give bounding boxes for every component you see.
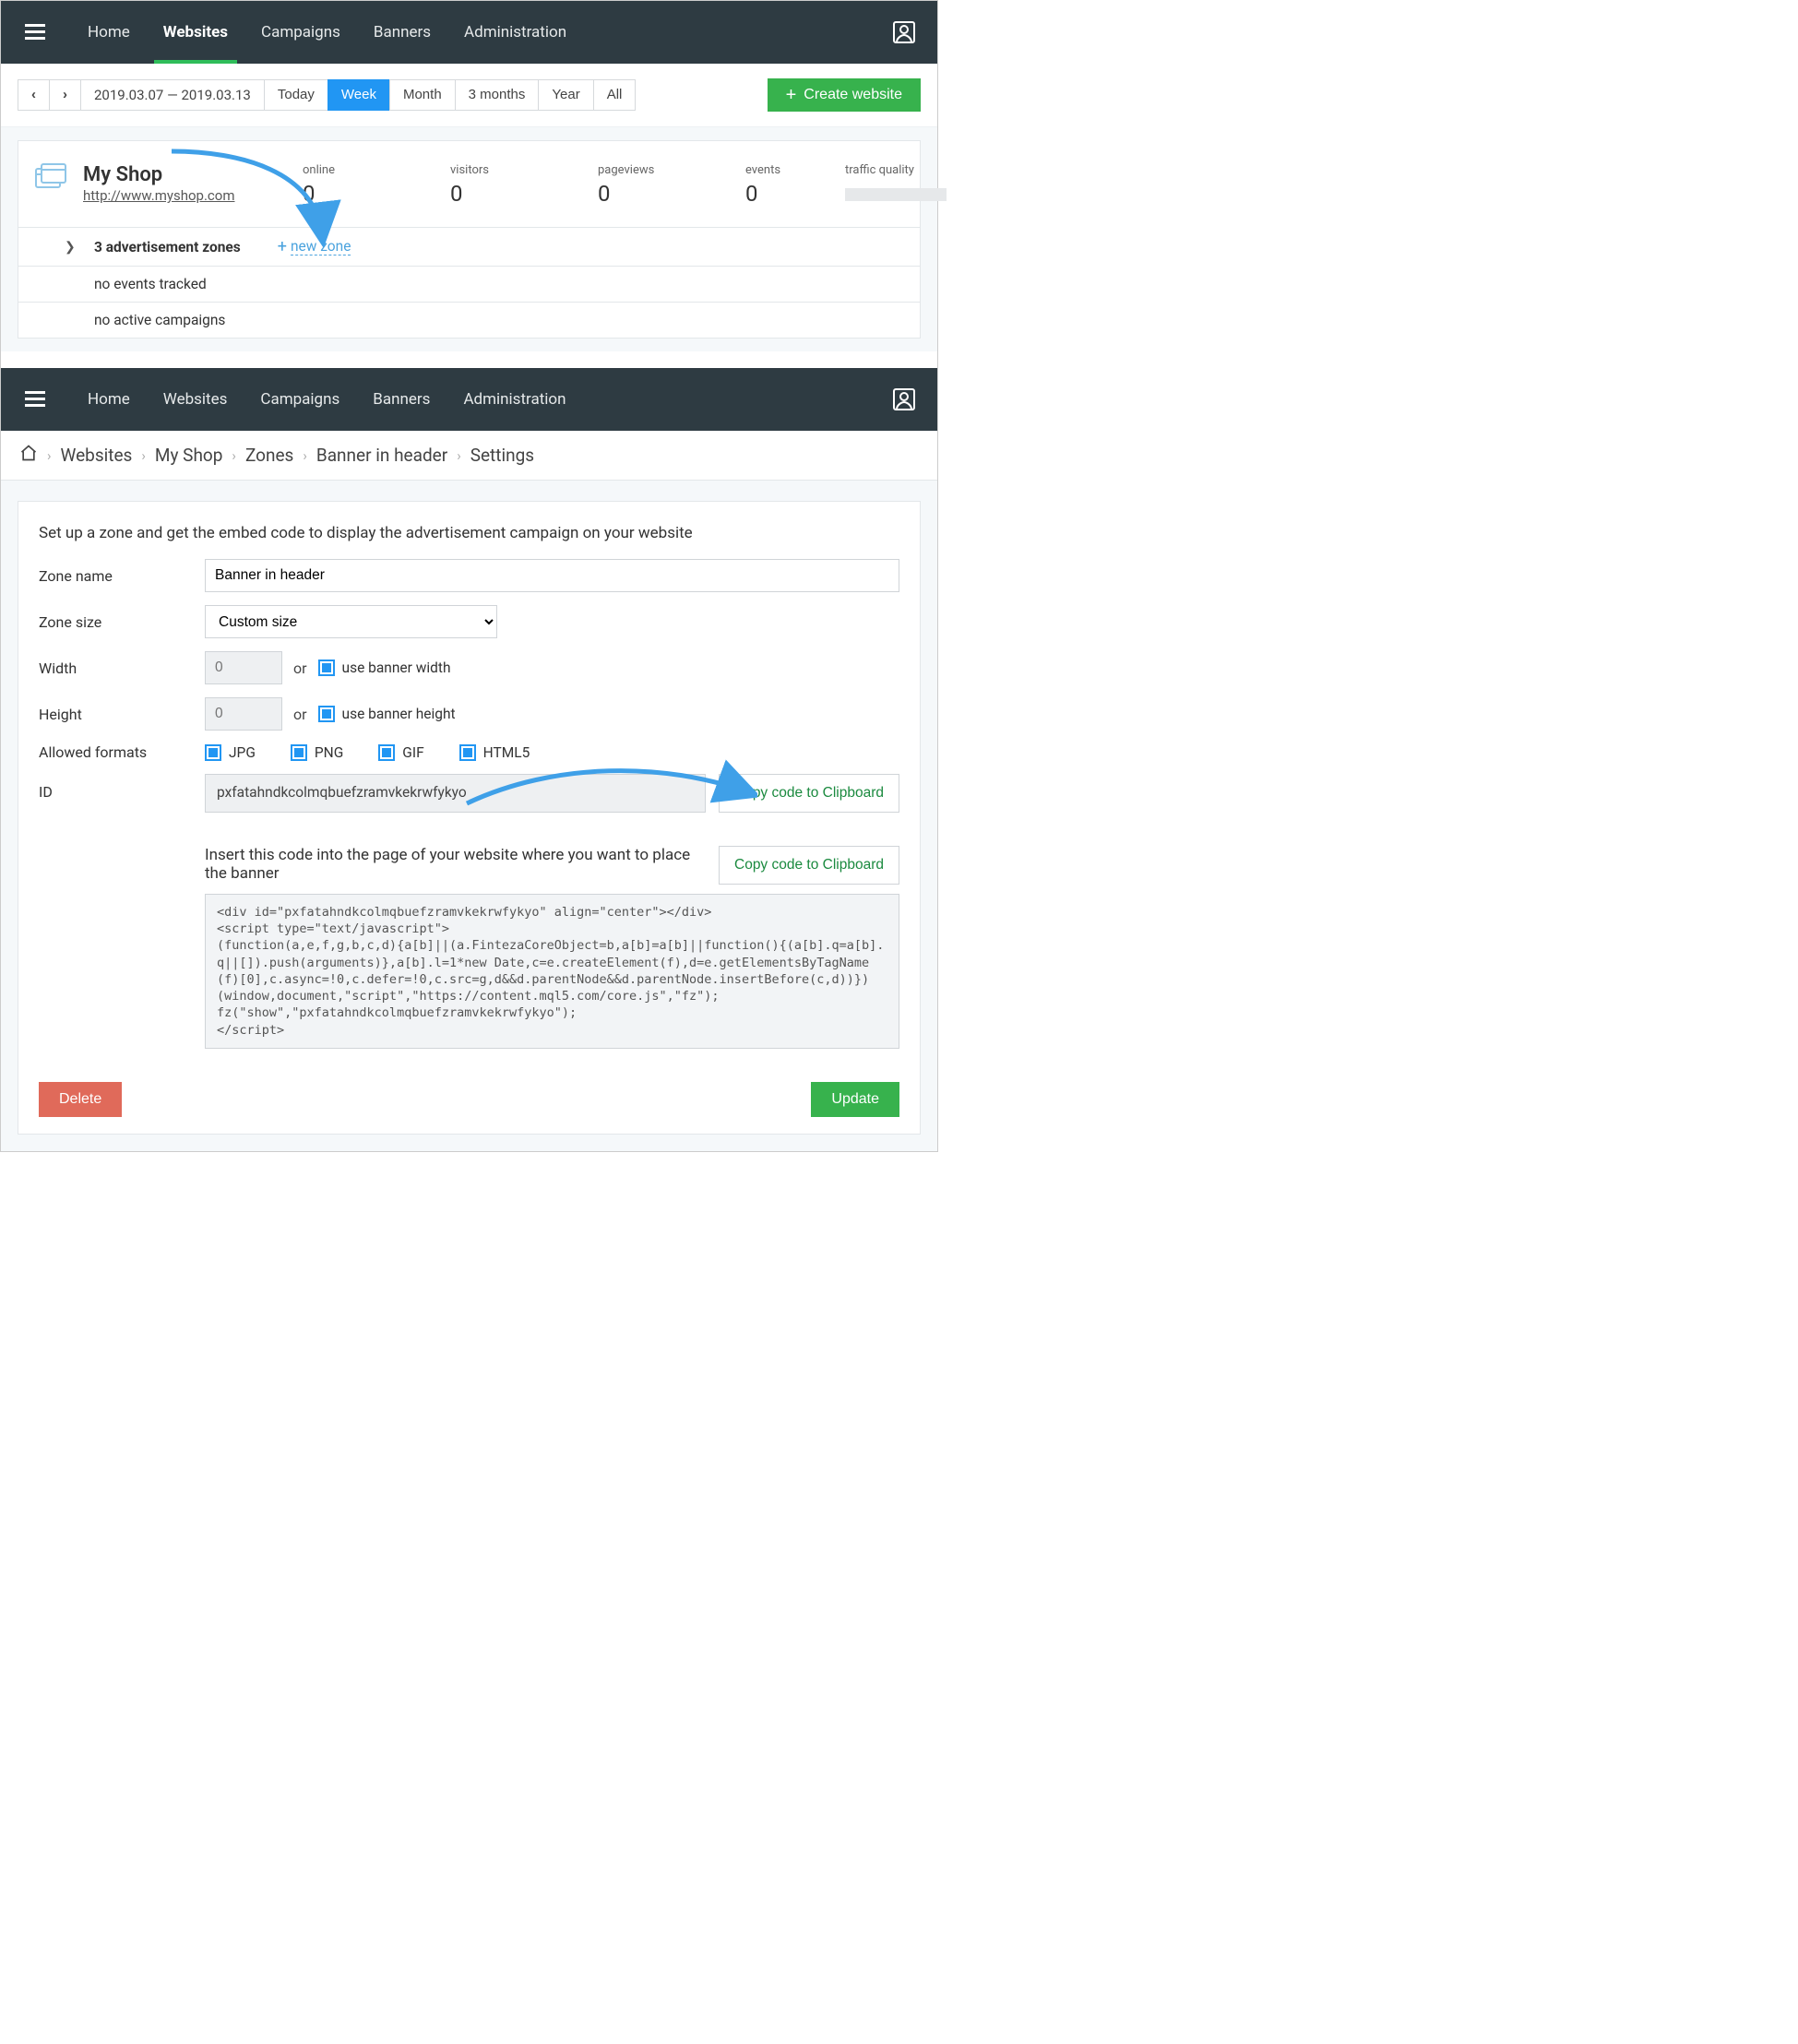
or-text: or — [293, 660, 307, 677]
navbar-2: HomeWebsitesCampaignsBannersAdministrati… — [1, 368, 937, 431]
nav-link-home[interactable]: Home — [71, 368, 147, 431]
website-card: My Shop http://www.myshop.com online0 vis… — [18, 140, 921, 339]
site-url-link[interactable]: http://www.myshop.com — [83, 187, 234, 204]
width-label: Width — [39, 660, 205, 677]
use-banner-height-label: use banner height — [342, 706, 456, 722]
nav-link-home[interactable]: Home — [71, 1, 147, 64]
format-png-checkbox[interactable] — [291, 744, 307, 761]
browser-windows-icon — [35, 163, 66, 207]
period-year[interactable]: Year — [538, 79, 593, 111]
stat-visitors: visitors0 — [450, 163, 533, 207]
settings-intro: Set up a zone and get the embed code to … — [39, 524, 899, 542]
nav-link-websites[interactable]: Websites — [147, 1, 244, 64]
create-website-label: Create website — [804, 87, 902, 103]
period-all[interactable]: All — [593, 79, 637, 111]
plus-icon: + — [786, 86, 797, 104]
breadcrumb: › Websites › My Shop › Zones › Banner in header… — [1, 431, 937, 481]
breadcrumb-item[interactable]: Websites — [61, 445, 133, 466]
site-title: My Shop — [83, 163, 268, 186]
next-period-button[interactable]: › — [49, 79, 81, 111]
width-input[interactable] — [205, 651, 282, 684]
chevron-right-icon: ❯ — [65, 240, 77, 255]
copy-id-button[interactable]: Copy code to Clipboard — [719, 774, 899, 813]
use-banner-width-checkbox[interactable] — [318, 660, 335, 676]
chevron-right-icon: › — [303, 447, 307, 464]
date-range-display[interactable]: 2019.03.07 — 2019.03.13 — [80, 79, 265, 111]
update-button[interactable]: Update — [811, 1082, 899, 1117]
use-banner-width-label: use banner width — [342, 660, 451, 676]
nav-link-banners[interactable]: Banners — [357, 1, 447, 64]
account-icon[interactable] — [887, 16, 921, 49]
nav-link-campaigns[interactable]: Campaigns — [244, 368, 356, 431]
breadcrumb-item[interactable]: Banner in header — [316, 445, 447, 466]
controls-row: ‹ › 2019.03.07 — 2019.03.13 TodayWeekMon… — [1, 64, 937, 127]
chevron-right-icon: › — [47, 447, 52, 464]
nav-link-administration[interactable]: Administration — [447, 1, 583, 64]
events-row-label: no events tracked — [94, 276, 207, 292]
breadcrumb-item[interactable]: Zones — [245, 445, 293, 466]
chevron-right-icon: › — [141, 447, 146, 464]
format-label: JPG — [229, 744, 256, 761]
zone-name-input[interactable] — [205, 559, 899, 592]
allowed-formats-label: Allowed formats — [39, 743, 205, 761]
stat-events: events0 — [745, 163, 828, 207]
nav-link-websites[interactable]: Websites — [147, 368, 244, 431]
campaigns-row-label: no active campaigns — [94, 312, 225, 328]
new-zone-link[interactable]: new zone — [291, 238, 351, 256]
breadcrumb-item[interactable]: My Shop — [155, 445, 223, 466]
zone-size-select[interactable]: Custom size — [205, 605, 497, 638]
account-icon[interactable] — [887, 383, 921, 416]
period-month[interactable]: Month — [389, 79, 456, 111]
copy-code-button[interactable]: Copy code to Clipboard — [719, 846, 899, 885]
insert-code-instruction: Insert this code into the page of your w… — [205, 846, 706, 883]
navbar-1: HomeWebsitesCampaignsBannersAdministrati… — [1, 1, 937, 64]
hamburger-icon[interactable] — [18, 384, 53, 415]
format-jpg-checkbox[interactable] — [205, 744, 221, 761]
breadcrumb-item: Settings — [470, 445, 534, 466]
nav-link-banners[interactable]: Banners — [356, 368, 447, 431]
zone-name-label: Zone name — [39, 567, 205, 585]
stat-online: online0 — [303, 163, 386, 207]
format-gif-checkbox[interactable] — [378, 744, 395, 761]
zone-id-display: pxfatahndkcolmqbuefzramvkekrwfykyo — [205, 774, 706, 813]
zone-size-label: Zone size — [39, 613, 205, 631]
zones-row[interactable]: ❯ 3 advertisement zones + new zone — [18, 227, 920, 266]
nav-link-campaigns[interactable]: Campaigns — [244, 1, 357, 64]
height-input[interactable] — [205, 697, 282, 731]
format-html5-checkbox[interactable] — [459, 744, 476, 761]
period-week[interactable]: Week — [327, 79, 390, 111]
home-icon[interactable] — [19, 444, 38, 467]
format-label: PNG — [315, 744, 343, 761]
add-zone-plus-icon[interactable]: + — [278, 237, 287, 256]
zone-settings-card: Set up a zone and get the embed code to … — [18, 501, 921, 1135]
create-website-button[interactable]: + Create website — [768, 78, 921, 112]
or-text: or — [293, 706, 307, 723]
chevron-right-icon: › — [232, 447, 236, 464]
format-label: GIF — [402, 744, 423, 761]
hamburger-icon[interactable] — [18, 17, 53, 48]
campaigns-row[interactable]: no active campaigns — [18, 302, 920, 338]
chevron-right-icon: › — [457, 447, 461, 464]
nav-link-administration[interactable]: Administration — [447, 368, 582, 431]
prev-period-button[interactable]: ‹ — [18, 79, 50, 111]
zones-count-label: 3 advertisement zones — [94, 239, 241, 256]
height-label: Height — [39, 706, 205, 723]
embed-code-display: <div id="pxfatahndkcolmqbuefzramvkekrwfy… — [205, 894, 899, 1049]
delete-button[interactable]: Delete — [39, 1082, 122, 1117]
use-banner-height-checkbox[interactable] — [318, 706, 335, 722]
traffic-quality-label: traffic quality — [845, 163, 928, 177]
events-row[interactable]: no events tracked — [18, 266, 920, 302]
traffic-quality-bar — [845, 188, 947, 201]
format-label: HTML5 — [483, 744, 530, 761]
stat-pageviews: pageviews0 — [598, 163, 681, 207]
period-3-months[interactable]: 3 months — [455, 79, 540, 111]
id-label: ID — [39, 774, 205, 801]
period-today[interactable]: Today — [264, 79, 328, 111]
